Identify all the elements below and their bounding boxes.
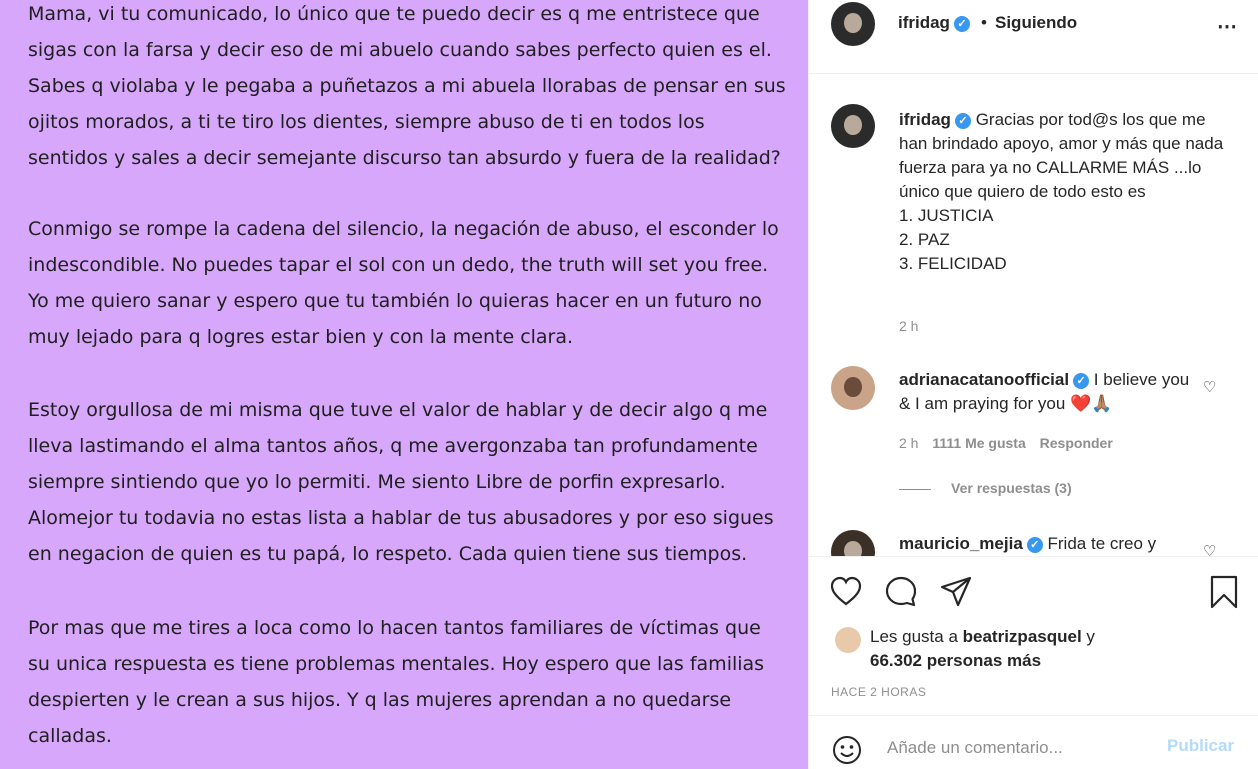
post-actions: Les gusta a beatrizpasquel y 66.302 pers…: [809, 556, 1258, 715]
post-text-line: Alomejor tu todavia no estas lista a hab…: [28, 507, 774, 529]
post-text-line: en negacion de quien es tu papá, lo resp…: [28, 543, 748, 565]
heart-icon[interactable]: [829, 575, 863, 609]
post-paragraph: Mama, vi tu comunicado, lo único que te …: [28, 0, 786, 176]
comment-like-icon[interactable]: ♡: [1203, 378, 1216, 396]
post-text-line: Estoy orgullosa de mi misma que tuve el …: [28, 399, 768, 421]
comment: mauricio_mejia ✓ Frida te creo y: [899, 532, 1199, 556]
verified-icon: ✓: [953, 15, 970, 32]
verified-icon: ✓: [954, 112, 971, 129]
header-username[interactable]: ifridag: [898, 13, 950, 32]
header-username-link[interactable]: ifridag ✓: [898, 13, 970, 33]
post-paragraph: Conmigo se rompe la cadena del silencio,…: [28, 211, 779, 355]
post-text-line: Mama, vi tu comunicado, lo único que te …: [28, 3, 760, 25]
comment-like-icon[interactable]: ♡: [1203, 542, 1216, 556]
post-text-line: Por mas que me tires a loca como lo hace…: [28, 617, 761, 639]
add-comment-bar: Publicar: [809, 715, 1258, 769]
comment-username[interactable]: mauricio_mejia: [899, 534, 1023, 553]
comments-section[interactable]: ifridag ✓ Gracias por tod@s los que me ha…: [809, 74, 1258, 556]
header-avatar[interactable]: [831, 2, 875, 46]
caption-username[interactable]: ifridag: [899, 110, 951, 129]
likes-user[interactable]: beatrizpasquel: [963, 627, 1082, 646]
caption-list-item: 2. PAZ: [899, 230, 950, 249]
post-text-line: Yo me quiero sanar y espero que tu tambi…: [28, 290, 762, 312]
post-text-line: calladas.: [28, 725, 112, 747]
view-replies-label[interactable]: Ver respuestas (3): [951, 480, 1072, 496]
likes-prefix: Les gusta a: [870, 627, 958, 646]
comment-input[interactable]: [885, 730, 1149, 766]
post-text-line: muy lejado para q logres estar bien y co…: [28, 326, 574, 348]
comment-meta: 2 h 1111 Me gusta Responder: [899, 435, 1123, 451]
comment-likes[interactable]: 1111 Me gusta: [932, 435, 1025, 451]
caption-avatar[interactable]: [831, 104, 875, 148]
view-replies-button[interactable]: Ver respuestas (3): [899, 480, 1072, 496]
caption-list-item: 1. JUSTICIA: [899, 206, 994, 225]
comment: adrianacatanoofficial ✓ I believe you & I…: [899, 368, 1199, 416]
verified-icon: ✓: [1073, 372, 1090, 389]
header-separator: •: [981, 13, 987, 32]
replies-divider: [899, 488, 931, 490]
post-paragraph: Por mas que me tires a loca como lo hace…: [28, 610, 764, 754]
post-image: Mama, vi tu comunicado, lo único que te …: [0, 0, 808, 769]
comment-username[interactable]: adrianacatanoofficial: [899, 370, 1069, 389]
post-text-line: siempre sintiendo que yo lo permiti. Me …: [28, 471, 726, 493]
reply-button[interactable]: Responder: [1040, 435, 1113, 451]
verified-icon: ✓: [1026, 536, 1043, 553]
more-icon[interactable]: ⋯: [1217, 14, 1238, 39]
post-text-line: despierten y le crean a sus hijos. Y q l…: [28, 689, 732, 711]
post-text-line: Conmigo se rompe la cadena del silencio,…: [28, 218, 779, 240]
post-text-line: sentidos y sales a decir semejante discu…: [28, 147, 781, 169]
post-text-line: Sabes q violaba y le pegaba a puñetazos …: [28, 75, 786, 97]
likes-summary[interactable]: Les gusta a beatrizpasquel y 66.302 pers…: [870, 625, 1095, 673]
comment-time[interactable]: 2 h: [899, 435, 918, 451]
post-time[interactable]: HACE 2 HORAS: [831, 685, 926, 699]
comment-text: Frida te creo y: [1047, 534, 1157, 553]
comment-avatar[interactable]: [831, 530, 875, 556]
post-paragraph: Estoy orgullosa de mi misma que tuve el …: [28, 392, 774, 572]
post-text-line: lleva lastimando el alma tantos años, q …: [28, 435, 758, 457]
post-text-line: su unica respuesta es tiene problemas me…: [28, 653, 765, 675]
post-side-panel: ifridag ✓ • Siguiendo ⋯ ifridag ✓ Gracias …: [808, 0, 1258, 769]
publish-button[interactable]: Publicar: [1167, 736, 1234, 756]
likes-count[interactable]: 66.302 personas más: [870, 651, 1041, 670]
post-header: ifridag ✓ • Siguiendo ⋯: [809, 0, 1258, 74]
caption-time[interactable]: 2 h: [899, 318, 918, 334]
likes-avatar[interactable]: [835, 627, 861, 653]
share-icon[interactable]: [939, 575, 973, 609]
comment-icon[interactable]: [884, 575, 918, 609]
caption-list-item: 3. FELICIDAD: [899, 254, 1007, 273]
post-text-line: indescondible. No puedes tapar el sol co…: [28, 254, 769, 276]
emoji-icon[interactable]: [831, 734, 863, 766]
comment-avatar[interactable]: [831, 366, 875, 410]
likes-middle: y: [1086, 627, 1095, 646]
post-text-line: ojitos morados, a ti te tiro los dientes…: [28, 111, 705, 133]
bookmark-icon[interactable]: [1207, 575, 1241, 609]
caption: ifridag ✓ Gracias por tod@s los que me ha…: [899, 108, 1229, 276]
post-text-line: sigas con la farsa y decir eso de mi abu…: [28, 39, 772, 61]
following-button[interactable]: Siguiendo: [995, 13, 1077, 33]
